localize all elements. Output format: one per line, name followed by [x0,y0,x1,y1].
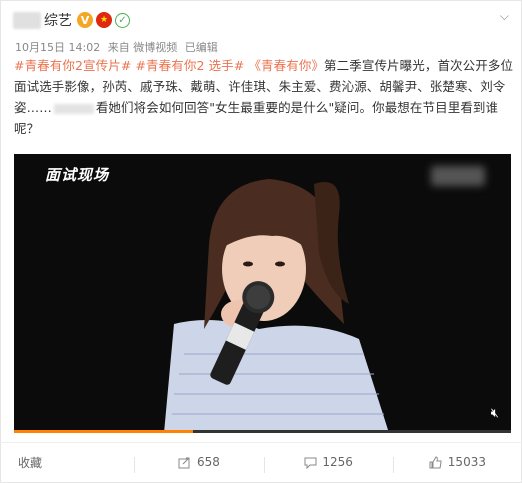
favorite-button[interactable]: 收藏 [0,454,134,471]
weibo-post-card: 综艺 V ★ ✓ ⌵ 10月15日 14:02 来自 微博视频 已编辑 #青春有… [0,0,522,483]
favorite-label: 收藏 [18,455,43,470]
mute-icon[interactable]: 🔇︎ [491,406,499,421]
video-player[interactable]: 面试现场 🔇︎ [14,154,511,433]
thumbs-up-icon [429,455,443,469]
share-icon [178,455,192,469]
post-content: #青春有你2宣传片# #青春有你2 选手# 《青春有你》第二季宣传片曝光，首次公… [14,55,514,139]
avatar-blurred[interactable] [13,11,41,29]
video-progress-bar[interactable] [14,430,511,433]
hashtag-link[interactable]: 《青春有你》 [248,58,324,73]
share-button[interactable]: 658 [134,455,263,473]
action-bar: 收藏 658 1256 15033 [0,442,522,481]
hashtag-link[interactable]: #青春有你2 选手# [135,58,244,73]
share-count: 658 [196,455,220,469]
blurred-text [53,103,94,114]
post-date[interactable]: 10月15日 14:02 [15,41,100,54]
video-frame [164,179,389,433]
post-header: 综艺 V ★ ✓ [13,9,130,31]
comment-icon [303,455,317,469]
watermark-blurred [431,166,485,186]
verified-v-icon: V [77,12,93,28]
username[interactable]: 综艺 [44,10,72,30]
china-flag-icon: ★ [96,12,112,28]
edited-label[interactable]: 已编辑 [185,41,218,54]
video-progress-fill [14,430,193,433]
comment-count: 1256 [322,455,353,469]
post-meta: 10月15日 14:02 来自 微博视频 已编辑 [15,39,222,55]
like-button[interactable]: 15033 [392,455,522,473]
post-source: 来自 微博视频 [107,41,178,54]
comment-button[interactable]: 1256 [263,455,393,473]
chevron-down-icon[interactable]: ⌵ [500,9,509,24]
check-badge-icon: ✓ [115,12,130,28]
video-label: 面试现场 [45,166,110,184]
like-count: 15033 [447,455,486,469]
hashtag-link[interactable]: #青春有你2宣传片# [14,58,131,73]
